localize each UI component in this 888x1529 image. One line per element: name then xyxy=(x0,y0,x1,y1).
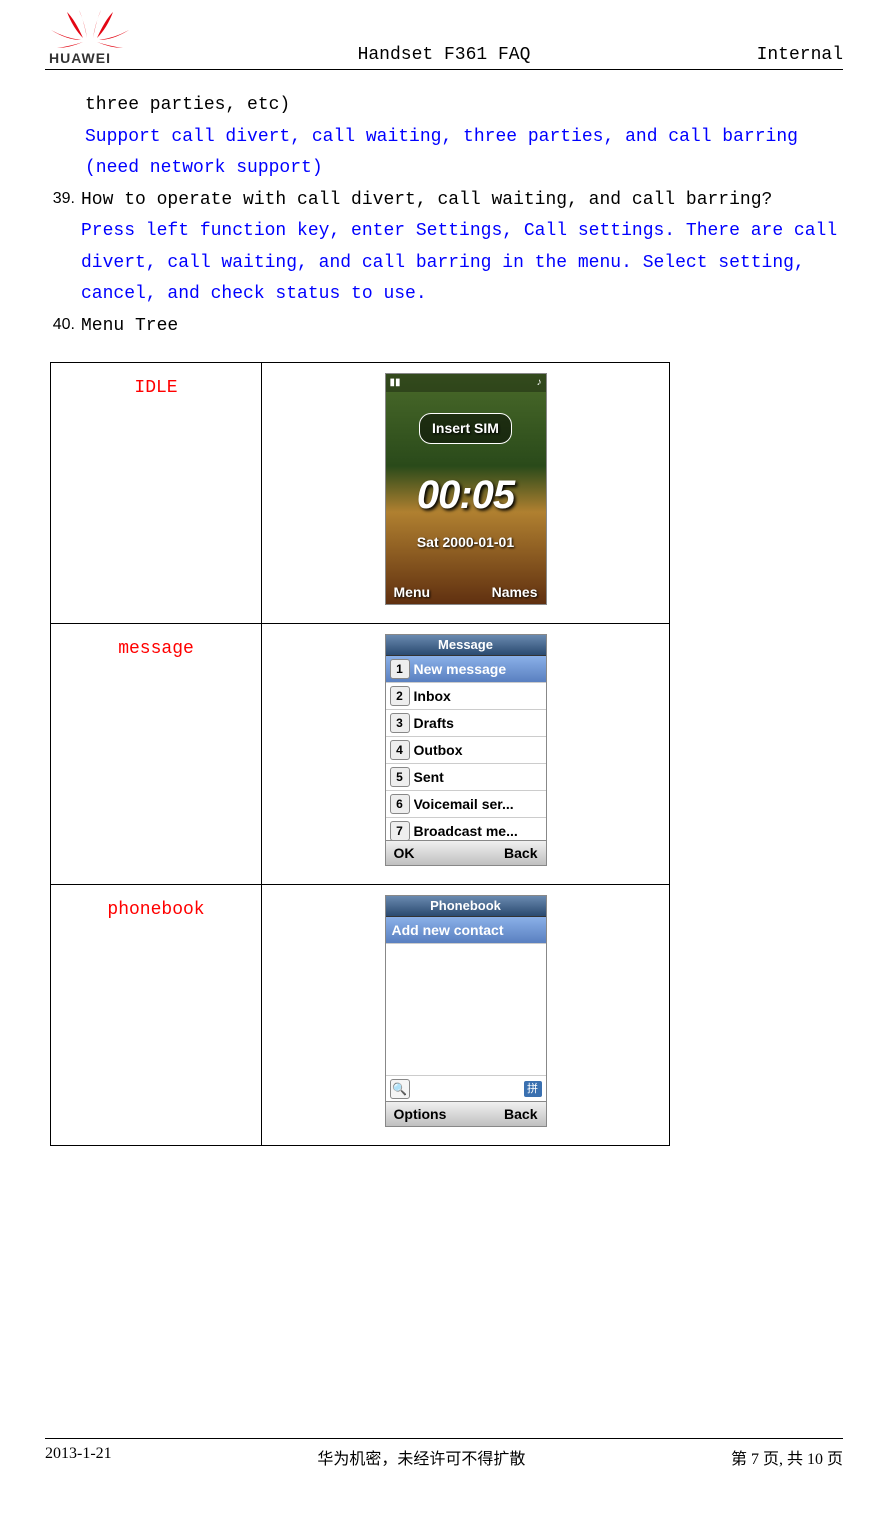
list-item-number: 3 xyxy=(390,713,410,733)
input-mode-badge: 拼 xyxy=(524,1081,542,1097)
table-row: message Message 1New message2Inbox3Draft… xyxy=(51,624,670,885)
search-bar: 🔍 拼 xyxy=(386,1075,546,1102)
page-header: HUAWEI Handset F361 FAQ Internal xyxy=(45,0,843,70)
document-page: HUAWEI Handset F361 FAQ Internal three p… xyxy=(0,0,888,1529)
screen-title: Message xyxy=(386,635,546,656)
phone-phonebook-screen: Phonebook Add new contact 🔍 拼 Options Ba… xyxy=(385,895,547,1127)
screen-title: Phonebook xyxy=(386,896,546,917)
softkey-left: Options xyxy=(394,1102,447,1127)
screenshot-cell: Phonebook Add new contact 🔍 拼 Options Ba… xyxy=(262,885,670,1146)
screenshot-cell: ▮▮ ♪ Insert SIM 00:05 Sat 2000-01-01 Men… xyxy=(262,363,670,624)
list-item-number: 5 xyxy=(390,767,410,787)
menu-label: phonebook xyxy=(51,885,262,1146)
table-row: phonebook Phonebook Add new contact 🔍 拼 … xyxy=(51,885,670,1146)
softkey-right: Names xyxy=(492,580,538,605)
answer-text: Support call divert, call waiting, three… xyxy=(85,122,843,185)
phone-message-screen: Message 1New message2Inbox3Drafts4Outbox… xyxy=(385,634,547,866)
signal-icon: ▮▮ xyxy=(390,374,401,392)
list-item: 4Outbox xyxy=(386,737,546,764)
footer-confidential: 华为机密，未经许可不得扩散 xyxy=(317,1445,525,1469)
screenshot-cell: Message 1New message2Inbox3Drafts4Outbox… xyxy=(262,624,670,885)
clock-date: Sat 2000-01-01 xyxy=(386,530,546,555)
table-row: IDLE ▮▮ ♪ Insert SIM 00:05 Sat 2000-01-0… xyxy=(51,363,670,624)
list-item-number: 4 xyxy=(390,740,410,760)
softkey-bar: OK Back xyxy=(386,840,546,865)
answer-text: Press left function key, enter Settings,… xyxy=(81,216,843,311)
softkey-right: Back xyxy=(504,1102,537,1127)
list-item-label: New message xyxy=(414,657,546,682)
sim-text: Insert SIM xyxy=(419,413,512,444)
list-item-label: Add new contact xyxy=(386,918,546,943)
list-item: 1New message xyxy=(386,656,546,683)
menu-label: IDLE xyxy=(51,363,262,624)
list-number: 40. xyxy=(45,311,81,343)
list-item-label: Voicemail ser... xyxy=(414,792,546,817)
list-item: 3Drafts xyxy=(386,710,546,737)
continuation-text: three parties, etc) xyxy=(85,90,843,122)
list-item-label: Sent xyxy=(414,765,546,790)
menu-label: message xyxy=(51,624,262,885)
menu-tree-table: IDLE ▮▮ ♪ Insert SIM 00:05 Sat 2000-01-0… xyxy=(50,362,670,1146)
footer-page-number: 第 7 页, 共 10 页 xyxy=(731,1445,843,1469)
list-item: 2Inbox xyxy=(386,683,546,710)
list-item-number: 1 xyxy=(390,659,410,679)
page-footer: 2013-1-21 华为机密，未经许可不得扩散 第 7 页, 共 10 页 xyxy=(45,1438,843,1469)
question-text: Menu Tree xyxy=(81,311,843,343)
header-classification: Internal xyxy=(693,45,843,65)
softkey-left: Menu xyxy=(394,580,431,605)
softkey-right: Back xyxy=(504,841,537,866)
softkey-left: OK xyxy=(394,841,415,866)
header-title: Handset F361 FAQ xyxy=(135,45,693,65)
list-item-number: 7 xyxy=(390,821,410,841)
question-text: How to operate with call divert, call wa… xyxy=(81,185,843,217)
list-item: 6Voicemail ser... xyxy=(386,791,546,818)
music-icon: ♪ xyxy=(537,374,542,392)
list-item-label: Inbox xyxy=(414,684,546,709)
list-item: Add new contact xyxy=(386,917,546,944)
search-icon: 🔍 xyxy=(390,1079,410,1099)
list-item-label: Outbox xyxy=(414,738,546,763)
softkey-bar: Options Back xyxy=(386,1101,546,1126)
status-bar: ▮▮ ♪ xyxy=(386,374,546,392)
page-content: three parties, etc) Support call divert,… xyxy=(45,70,843,1146)
sim-banner: Insert SIM xyxy=(386,412,546,444)
list-item-number: 2 xyxy=(390,686,410,706)
faq-item-39: 39. How to operate with call divert, cal… xyxy=(45,185,843,311)
footer-date: 2013-1-21 xyxy=(45,1445,112,1469)
list-item-label: Drafts xyxy=(414,711,546,736)
list-item: 5Sent xyxy=(386,764,546,791)
phone-idle-screen: ▮▮ ♪ Insert SIM 00:05 Sat 2000-01-01 Men… xyxy=(385,373,547,605)
huawei-logo: HUAWEI xyxy=(45,10,135,65)
list-item-number: 6 xyxy=(390,794,410,814)
clock-time: 00:05 xyxy=(386,460,546,530)
faq-item-40: 40. Menu Tree xyxy=(45,311,843,343)
svg-text:HUAWEI: HUAWEI xyxy=(49,50,111,65)
list-number: 39. xyxy=(45,185,81,311)
softkey-bar: Menu Names xyxy=(386,580,546,604)
